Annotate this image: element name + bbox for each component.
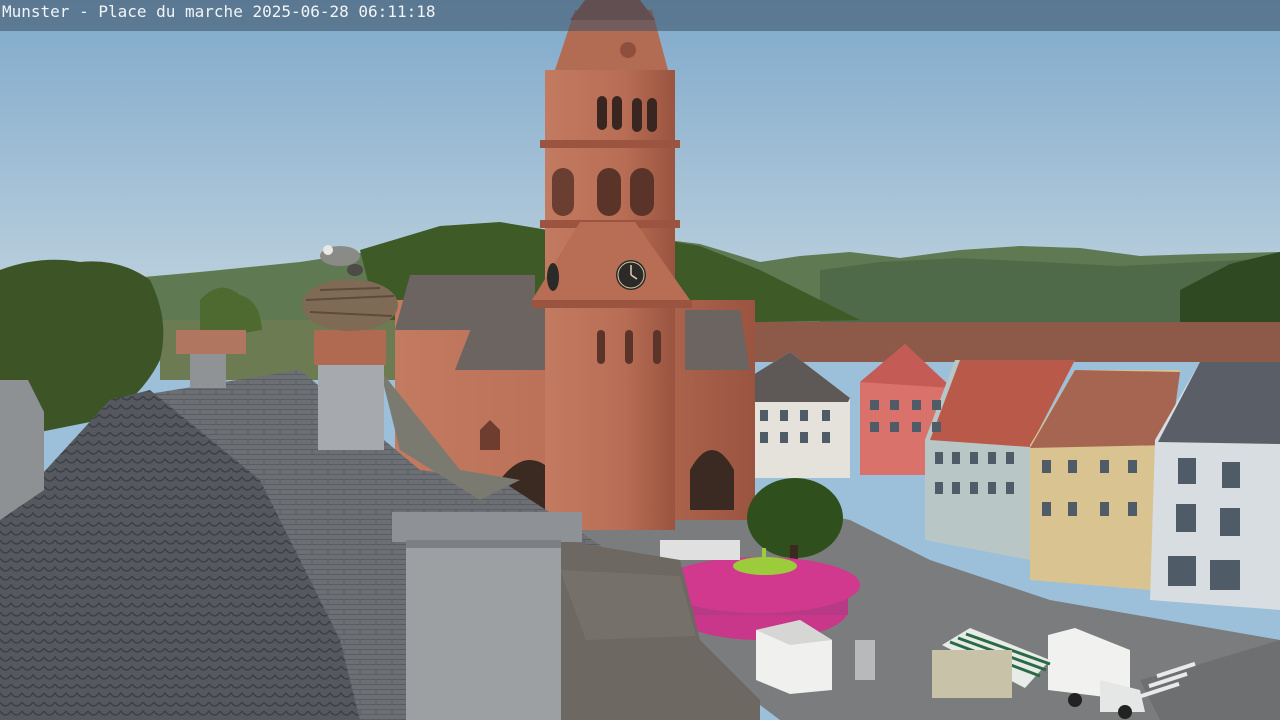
bollard-box bbox=[855, 640, 875, 680]
timestamp-bar: Munster - Place du marche 2025-06-28 06:… bbox=[0, 0, 1280, 31]
distant-roof-left bbox=[176, 330, 246, 354]
stork-nest bbox=[302, 279, 398, 331]
distant-roofs bbox=[740, 322, 1280, 362]
parked-car bbox=[660, 540, 740, 560]
webcam-image bbox=[0, 0, 1280, 720]
chimney-front bbox=[392, 512, 582, 720]
webcam-view: Munster - Place du marche 2025-06-28 06:… bbox=[0, 0, 1280, 720]
church-tower bbox=[532, 0, 692, 530]
camera-caption: Munster - Place du marche 2025-06-28 06:… bbox=[2, 2, 436, 21]
